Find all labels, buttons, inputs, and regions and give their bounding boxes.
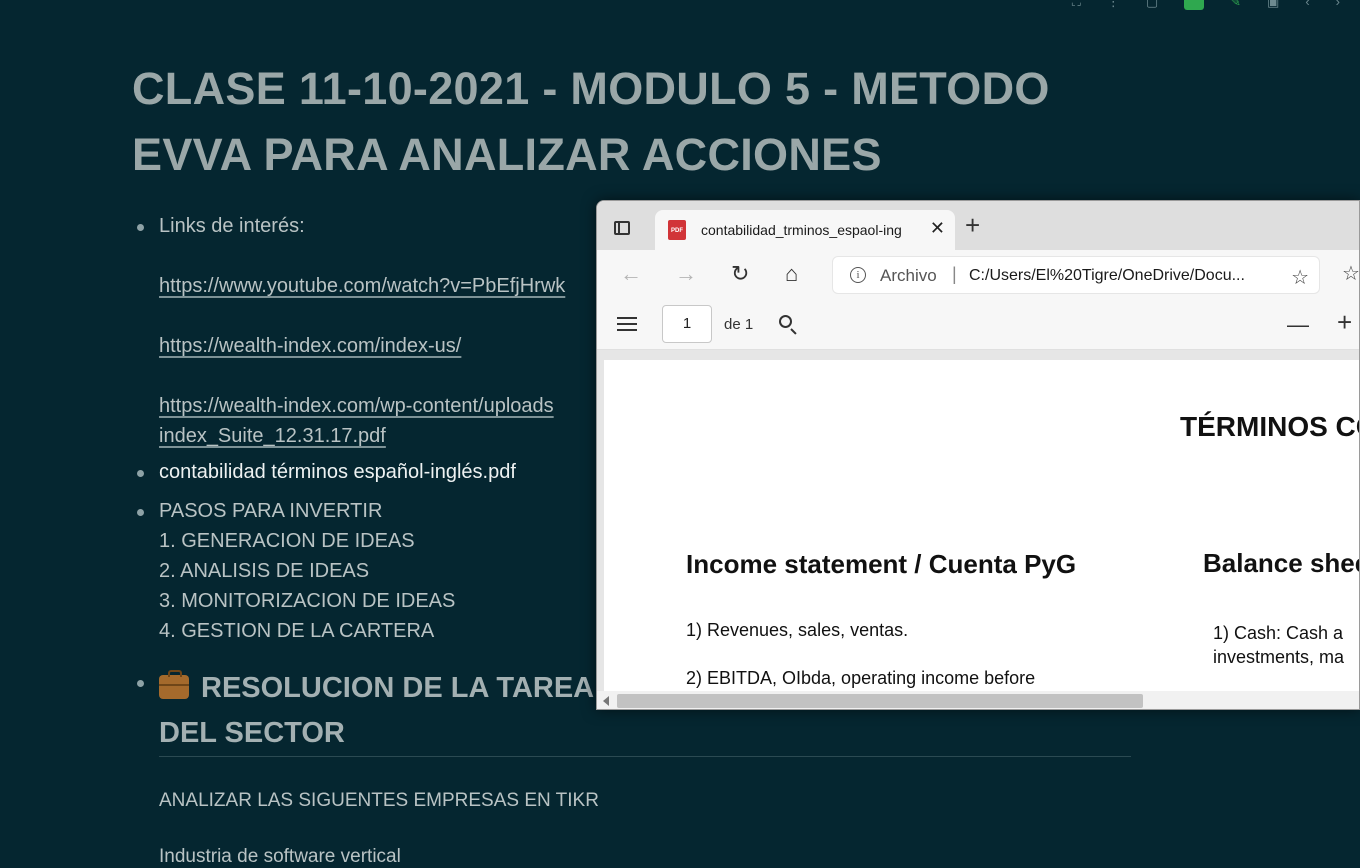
address-bar[interactable]: i Archivo | C:/Users/El%20Tigre/OneDrive… xyxy=(832,256,1320,294)
page-count: de 1 xyxy=(724,316,754,333)
attachment-pdf[interactable]: contabilidad términos español-inglés.pdf xyxy=(159,461,516,484)
bullet-dot xyxy=(137,509,144,516)
pdf-heading-balance: Balance shee xyxy=(1203,548,1360,578)
pdf-browser-window: PDF contabilidad_trminos_espaol-ing ✕ + … xyxy=(596,200,1360,710)
bullet-dot xyxy=(137,680,144,687)
search-icon[interactable] xyxy=(779,315,792,328)
pdf-list-item: 2) EBITDA, OIbda, operating income befor… xyxy=(686,668,1036,688)
tab-actions-icon[interactable] xyxy=(610,215,638,237)
new-tab-icon[interactable]: + xyxy=(965,212,980,238)
link-wealth-pdf-continued[interactable]: index_Suite_12.31.17.pdf xyxy=(159,425,386,447)
briefcase-icon xyxy=(159,670,189,699)
home-icon[interactable]: ⌂ xyxy=(785,262,798,286)
close-icon[interactable]: ✕ xyxy=(930,218,945,238)
address-separator: | xyxy=(952,264,957,284)
pdf-list-item: 1) Cash: Cash a xyxy=(1213,623,1344,643)
step-item: 2. ANALISIS DE IDEAS xyxy=(159,560,370,582)
back-arrow-icon[interactable]: ← xyxy=(620,262,642,286)
info-icon[interactable]: i xyxy=(850,267,866,283)
scroll-left-icon[interactable] xyxy=(603,696,609,706)
note-toolbar: ⛶ ⋮ ▢ ✎ ▣ ‹ › xyxy=(1072,0,1340,10)
fullscreen-icon[interactable]: ⛶ xyxy=(1072,0,1081,8)
add-favorite-icon[interactable]: ☆ xyxy=(1291,265,1309,290)
step-item: 1. GENERACION DE IDEAS xyxy=(159,530,415,552)
link-wealth-pdf[interactable]: https://wealth-index.com/wp-content/uplo… xyxy=(159,395,554,417)
divider xyxy=(159,756,1131,757)
page-number-input[interactable]: 1 xyxy=(662,305,712,343)
address-label: Archivo xyxy=(880,266,937,285)
scrollbar-thumb[interactable] xyxy=(617,694,1143,708)
bullet-dot xyxy=(137,224,144,231)
forward-icon[interactable]: › xyxy=(1336,0,1340,8)
zoom-out-icon[interactable]: — xyxy=(1287,312,1309,338)
zoom-in-icon[interactable]: + xyxy=(1337,309,1352,335)
navigation-bar: ← → ↻ ⌂ i Archivo | C:/Users/El%20Tigre/… xyxy=(597,250,1359,300)
tab-strip: PDF contabilidad_trminos_espaol-ing ✕ + xyxy=(597,201,1359,250)
back-icon[interactable]: ‹ xyxy=(1305,0,1309,8)
address-url[interactable]: C:/Users/El%20Tigre/OneDrive/Docu... xyxy=(969,267,1269,285)
sync-status-icon[interactable] xyxy=(1184,0,1205,10)
table-of-contents-icon[interactable] xyxy=(617,317,637,331)
step-item: 3. MONITORIZACION DE IDEAS xyxy=(159,590,456,612)
pdf-list-item: investments, ma xyxy=(1213,647,1345,667)
favorites-star-icon[interactable]: ☆ xyxy=(1342,261,1359,286)
link-youtube[interactable]: https://www.youtube.com/watch?v=PbEfjHrw… xyxy=(159,275,565,297)
bullet-dot xyxy=(137,470,144,477)
edit-icon[interactable]: ✎ xyxy=(1230,0,1241,8)
refresh-icon[interactable]: ↻ xyxy=(731,262,749,286)
horizontal-scrollbar[interactable] xyxy=(597,691,1359,709)
note-title: CLASE 11-10-2021 - MODULO 5 - METODO EVV… xyxy=(132,63,1050,180)
link-wealth-index[interactable]: https://wealth-index.com/index-us/ xyxy=(159,335,461,357)
steps-title: PASOS PARA INVERTIR xyxy=(159,500,383,522)
tab-pdf[interactable]: PDF contabilidad_trminos_espaol-ing ✕ xyxy=(655,210,955,250)
forward-arrow-icon[interactable]: → xyxy=(675,262,697,286)
pdf-file-icon: PDF xyxy=(668,220,686,240)
industry-text: Industria de software vertical xyxy=(159,846,401,867)
more-options-icon[interactable]: ⋮ xyxy=(1107,0,1120,8)
share-icon[interactable]: ▢ xyxy=(1146,0,1158,8)
analyze-text: ANALIZAR LAS SIGUENTES EMPRESAS EN TIKR xyxy=(159,790,599,811)
pdf-viewport[interactable]: TÉRMINOS CO Income statement / Cuenta Py… xyxy=(597,350,1360,691)
pdf-toolbar: 1 de 1 — + xyxy=(597,300,1359,350)
pdf-heading-income: Income statement / Cuenta PyG xyxy=(686,549,1077,579)
save-icon[interactable]: ▣ xyxy=(1267,0,1279,8)
tab-title: contabilidad_trminos_espaol-ing xyxy=(701,222,902,238)
links-label: Links de interés: xyxy=(159,215,305,237)
step-item: 4. GESTION DE LA CARTERA xyxy=(159,620,435,642)
pdf-title: TÉRMINOS CO xyxy=(1180,411,1360,442)
pdf-page: TÉRMINOS CO Income statement / Cuenta Py… xyxy=(604,360,1360,691)
pdf-list-item: 1) Revenues, sales, ventas. xyxy=(686,620,909,640)
